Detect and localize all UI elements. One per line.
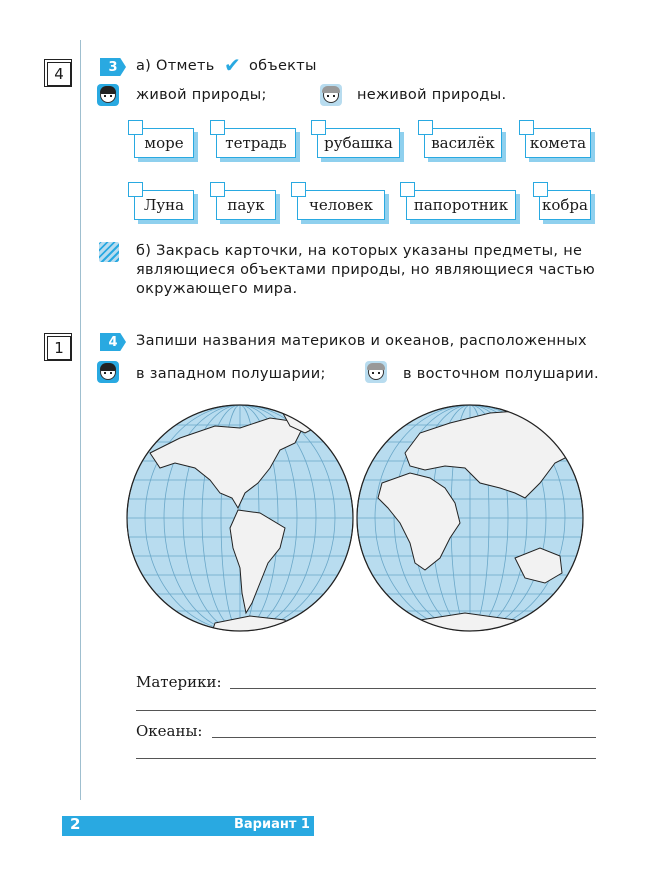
part-b-line3: окружающего мира.	[136, 281, 298, 297]
card-kometa[interactable]: комета	[519, 120, 591, 158]
card-checkbox[interactable]	[291, 182, 306, 197]
card-tetrad[interactable]: тетрадь	[210, 120, 296, 158]
part-b-line1: б) Закрась карточки, на которых указаны …	[136, 243, 583, 259]
eastern-hemisphere-label: в восточном полушарии.	[403, 366, 599, 382]
girl-face-icon	[320, 84, 342, 106]
task3-instruction: а) Отметь	[136, 58, 215, 74]
page-number: 2	[70, 815, 81, 833]
card-checkbox[interactable]	[128, 182, 143, 197]
oceans-label: Океаны:	[136, 722, 203, 740]
girl-face-icon	[365, 361, 387, 383]
nonliving-nature-label: неживой природы.	[357, 87, 507, 103]
boy-face-icon	[97, 361, 119, 383]
margin-line	[80, 40, 81, 800]
task-number-3: 3	[100, 58, 126, 76]
western-hemisphere-label: в западном полушарии;	[136, 366, 326, 382]
card-checkbox[interactable]	[311, 120, 326, 135]
part-b-line2: являющиеся объектами природы, но являющи…	[136, 262, 596, 278]
card-checkbox[interactable]	[533, 182, 548, 197]
card-checkbox[interactable]	[128, 120, 143, 135]
continents-label: Материки:	[136, 673, 222, 691]
boy-face-icon	[97, 84, 119, 106]
card-checkbox[interactable]	[400, 182, 415, 197]
check-icon: ✔	[224, 53, 241, 77]
living-nature-label: живой природы;	[136, 87, 267, 103]
oceans-answer-line-2[interactable]	[136, 758, 596, 759]
task3-instruction-end: объекты	[249, 58, 317, 74]
card-checkbox[interactable]	[519, 120, 534, 135]
oceans-answer-line[interactable]	[212, 737, 596, 738]
task4-prompt: Запиши названия материков и океанов, рас…	[136, 333, 587, 349]
variant-label: Вариант 1	[234, 817, 310, 832]
card-chelovek[interactable]: человек	[291, 182, 385, 220]
card-checkbox[interactable]	[210, 182, 225, 197]
card-paporotnik[interactable]: папоротник	[400, 182, 516, 220]
eastern-hemisphere	[356, 404, 584, 632]
card-vasilek[interactable]: василёк	[418, 120, 502, 158]
card-luna[interactable]: Луна	[128, 182, 194, 220]
card-more[interactable]: море	[128, 120, 194, 158]
card-kobra[interactable]: кобра	[533, 182, 591, 220]
continents-answer-line[interactable]	[230, 688, 596, 689]
western-hemisphere	[126, 404, 354, 632]
score-box-task4: 1	[44, 333, 72, 361]
card-pauk[interactable]: паук	[210, 182, 276, 220]
card-checkbox[interactable]	[210, 120, 225, 135]
card-checkbox[interactable]	[418, 120, 433, 135]
pencil-icon	[99, 242, 119, 262]
task-number-4: 4	[100, 333, 126, 351]
continents-answer-line-2[interactable]	[136, 710, 596, 711]
score-box-task3: 4	[44, 59, 72, 87]
card-rubashka[interactable]: рубашка	[311, 120, 400, 158]
hemispheres-map	[126, 404, 584, 632]
